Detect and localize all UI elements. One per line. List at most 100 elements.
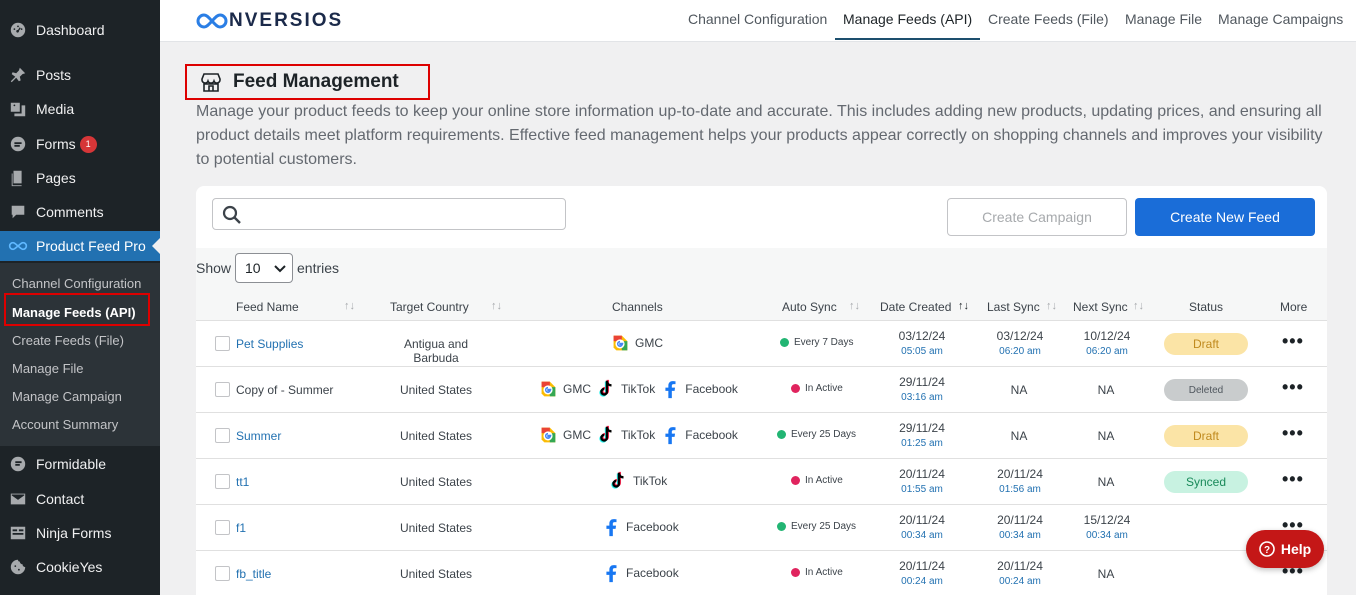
gmc-icon: [541, 427, 556, 443]
last-sync-time: 00:24 am: [999, 576, 1041, 587]
feed-name-link[interactable]: Summer: [236, 429, 281, 443]
sync-status-dot: [791, 568, 800, 577]
feed-name-link[interactable]: fb_title: [236, 567, 271, 581]
sidebar-item-label: Comments: [36, 204, 104, 220]
search-input[interactable]: [212, 198, 566, 230]
help-button[interactable]: ? Help: [1246, 530, 1324, 568]
header-auto-sync[interactable]: Auto Sync: [782, 300, 837, 314]
channel-label: Facebook: [685, 428, 738, 442]
sidebar-item-cookieyes[interactable]: CookieYes: [0, 552, 160, 582]
date-created-date: 29/11/24: [899, 375, 945, 389]
date-created: 20/11/24 00:34 am: [882, 513, 962, 543]
feeds-card: Create Campaign Create New Feed Show 10 …: [196, 186, 1327, 595]
row-checkbox[interactable]: [215, 566, 230, 581]
feed-name-link[interactable]: Copy of - Summer: [236, 383, 333, 397]
auto-sync-label: Every 25 Days: [791, 429, 857, 440]
next-sync-date: 10/12/24: [1083, 329, 1131, 343]
date-created-date: 20/11/24: [899, 467, 945, 481]
status-badge: Deleted: [1164, 379, 1248, 401]
create-campaign-button[interactable]: Create Campaign: [947, 198, 1127, 236]
sidebar-item-contact[interactable]: Contact: [0, 484, 160, 514]
sort-icon[interactable]: ↑↓: [344, 300, 355, 312]
more-actions-icon[interactable]: •••: [1282, 331, 1304, 352]
sync-status-dot: [777, 522, 786, 531]
header-last-sync[interactable]: Last Sync: [987, 300, 1040, 314]
next-sync: NA: [1097, 383, 1115, 397]
more-actions-icon[interactable]: •••: [1282, 423, 1304, 444]
channel-label: GMC: [563, 382, 591, 396]
row-checkbox[interactable]: [215, 382, 230, 397]
sidebar-item-posts[interactable]: Posts: [0, 60, 160, 90]
sort-icon[interactable]: ↑↓: [1046, 300, 1057, 312]
nav-manage-campaigns[interactable]: Manage Campaigns: [1218, 11, 1343, 27]
sidebar-item-formidable[interactable]: Formidable: [0, 449, 160, 479]
next-sync: NA: [1097, 475, 1115, 489]
channels-list: GMC TikTok Facebook: [537, 424, 742, 446]
logo-text: NVERSIOS: [229, 10, 344, 31]
sidebar-item-label: Media: [36, 101, 75, 117]
date-created-time: 05:05 am: [901, 346, 943, 357]
nav-create-feeds[interactable]: Create Feeds (File): [988, 11, 1109, 27]
header-next-sync[interactable]: Next Sync: [1073, 300, 1128, 314]
header-date-created[interactable]: Date Created: [880, 300, 951, 314]
sidebar-item-forms[interactable]: Forms 1: [0, 129, 160, 159]
pin-icon: [0, 66, 36, 84]
feed-name-link[interactable]: f1: [236, 521, 246, 535]
next-sync: NA: [1097, 429, 1115, 443]
row-checkbox[interactable]: [215, 428, 230, 443]
row-checkbox[interactable]: [215, 474, 230, 489]
nav-channel-configuration[interactable]: Channel Configuration: [688, 11, 827, 27]
last-sync-date: 20/11/24: [997, 467, 1043, 481]
date-created: 20/11/24 01:55 am: [882, 467, 962, 497]
sort-icon[interactable]: ↑↓: [958, 300, 969, 312]
sidebar-item-media[interactable]: Media: [0, 94, 160, 124]
gmc-icon: [613, 335, 628, 351]
infinity-icon: [0, 240, 36, 252]
channel-gmc: GMC: [537, 378, 591, 400]
channel-label: TikTok: [633, 474, 668, 488]
logo-infinity-icon: [196, 13, 228, 29]
submenu-manage-file[interactable]: Manage File: [12, 361, 84, 376]
sidebar-item-label: Pages: [36, 170, 76, 186]
submenu-account-summary[interactable]: Account Summary: [12, 417, 118, 432]
product-feed-submenu: Channel Configuration Manage Feeds (API)…: [0, 263, 160, 446]
more-actions-icon[interactable]: •••: [1282, 469, 1304, 490]
sidebar-item-dashboard[interactable]: Dashboard: [0, 15, 160, 45]
sync-status-dot: [791, 476, 800, 485]
sort-icon[interactable]: ↑↓: [1133, 300, 1144, 312]
tiktok-icon: [599, 379, 612, 397]
sidebar-item-label: Formidable: [36, 456, 107, 472]
table-row: tt1 United States TikTok In Active 20/11/24 0…: [196, 458, 1327, 504]
last-sync: 20/11/24 00:34 am: [980, 513, 1060, 543]
row-checkbox[interactable]: [215, 336, 230, 351]
submenu-channel-configuration[interactable]: Channel Configuration: [12, 276, 141, 291]
channels-list: Facebook: [600, 516, 683, 538]
channel-gmc: GMC: [537, 424, 591, 446]
next-sync-time: 06:20 am: [1086, 346, 1128, 357]
header-channels: Channels: [612, 300, 663, 314]
create-new-feed-button[interactable]: Create New Feed: [1135, 198, 1315, 236]
channels-list: TikTok: [607, 470, 671, 492]
submenu-manage-campaign[interactable]: Manage Campaign: [12, 389, 122, 404]
submenu-create-feeds[interactable]: Create Feeds (File): [12, 333, 124, 348]
sidebar-item-pages[interactable]: Pages: [0, 163, 160, 193]
row-checkbox[interactable]: [215, 520, 230, 535]
page-description: Manage your product feeds to keep your o…: [196, 103, 1323, 168]
nav-manage-file[interactable]: Manage File: [1125, 11, 1202, 27]
header-target-country[interactable]: Target Country: [390, 300, 469, 314]
sort-icon[interactable]: ↑↓: [849, 300, 860, 312]
facebook-icon: [606, 519, 617, 537]
nav-manage-feeds[interactable]: Manage Feeds (API): [843, 11, 972, 27]
sidebar-item-product-feed-pro[interactable]: Product Feed Pro: [0, 231, 160, 261]
gmc-icon: [541, 381, 556, 397]
feed-name-link[interactable]: tt1: [236, 475, 249, 489]
date-created-date: 29/11/24: [899, 421, 945, 435]
header-feed-name[interactable]: Feed Name: [236, 300, 299, 314]
sidebar-item-comments[interactable]: Comments: [0, 197, 160, 227]
sidebar-item-ninja-forms[interactable]: Ninja Forms: [0, 518, 160, 548]
feed-name-link[interactable]: Pet Supplies: [236, 337, 303, 351]
entries-select[interactable]: 10: [235, 253, 293, 283]
last-sync: 03/12/24 06:20 am: [980, 329, 1060, 359]
more-actions-icon[interactable]: •••: [1282, 377, 1304, 398]
sort-icon[interactable]: ↑↓: [491, 300, 502, 312]
